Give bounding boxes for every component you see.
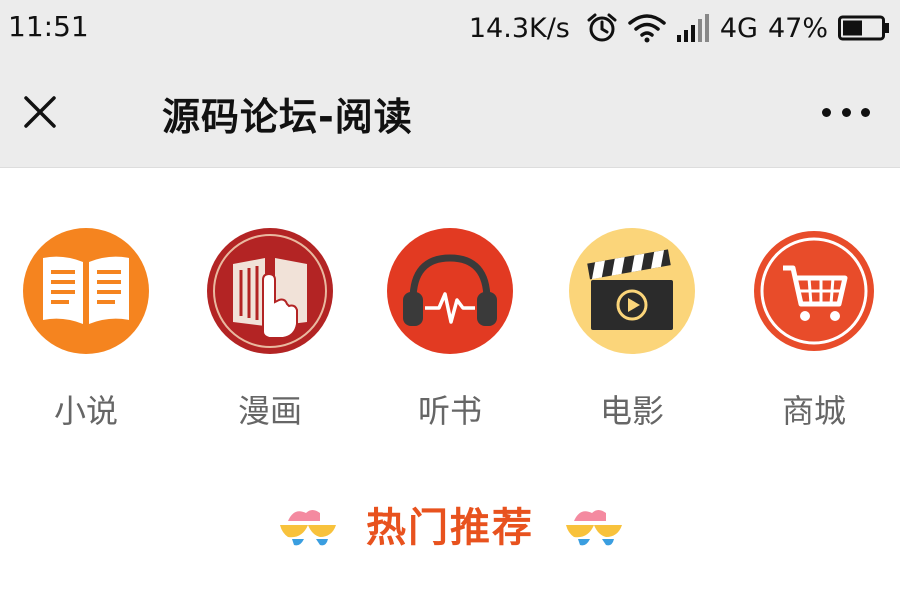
category-comic[interactable]: 漫画: [200, 228, 340, 432]
category-novel[interactable]: 小说: [16, 228, 156, 432]
category-audiobook[interactable]: 听书: [380, 228, 520, 432]
category-movie[interactable]: 电影: [562, 228, 702, 432]
network-speed: 14.3K/s: [468, 12, 570, 44]
status-indicators: 14.3K/s 4G 47%: [469, 10, 890, 46]
status-time: 11:51: [8, 10, 89, 43]
comic-hand-icon: [207, 228, 333, 354]
decoration-icon: [274, 499, 340, 549]
clapperboard-icon: [569, 228, 695, 354]
signal-icon: [676, 13, 710, 43]
nav-bar: 源码论坛-阅读: [0, 56, 900, 168]
category-label: 听书: [417, 392, 482, 430]
page-title: 源码论坛-阅读: [162, 95, 413, 139]
category-label: 漫画: [237, 392, 302, 430]
decoration-icon: [560, 499, 626, 549]
category-label: 商城: [781, 392, 846, 430]
hot-section-header: 热门推荐: [0, 494, 900, 554]
category-row: 小说 漫画 听书 电影 商城: [0, 228, 900, 438]
category-label: 小说: [53, 392, 118, 430]
shopping-cart-icon: [751, 228, 877, 354]
alarm-icon: [586, 12, 618, 44]
more-icon[interactable]: [822, 102, 870, 122]
wifi-icon: [628, 13, 666, 43]
network-type: 4G: [719, 12, 758, 44]
hot-section-title: 热门推荐: [366, 505, 534, 551]
status-bar: 11:51 14.3K/s 4G 47%: [0, 0, 900, 56]
battery-icon: [838, 15, 890, 41]
headphones-icon: [387, 228, 513, 354]
battery-percent: 47%: [767, 12, 828, 44]
category-label: 电影: [599, 392, 664, 430]
open-book-icon: [23, 228, 149, 354]
close-icon[interactable]: [20, 92, 60, 132]
category-shop[interactable]: 商城: [744, 228, 884, 432]
